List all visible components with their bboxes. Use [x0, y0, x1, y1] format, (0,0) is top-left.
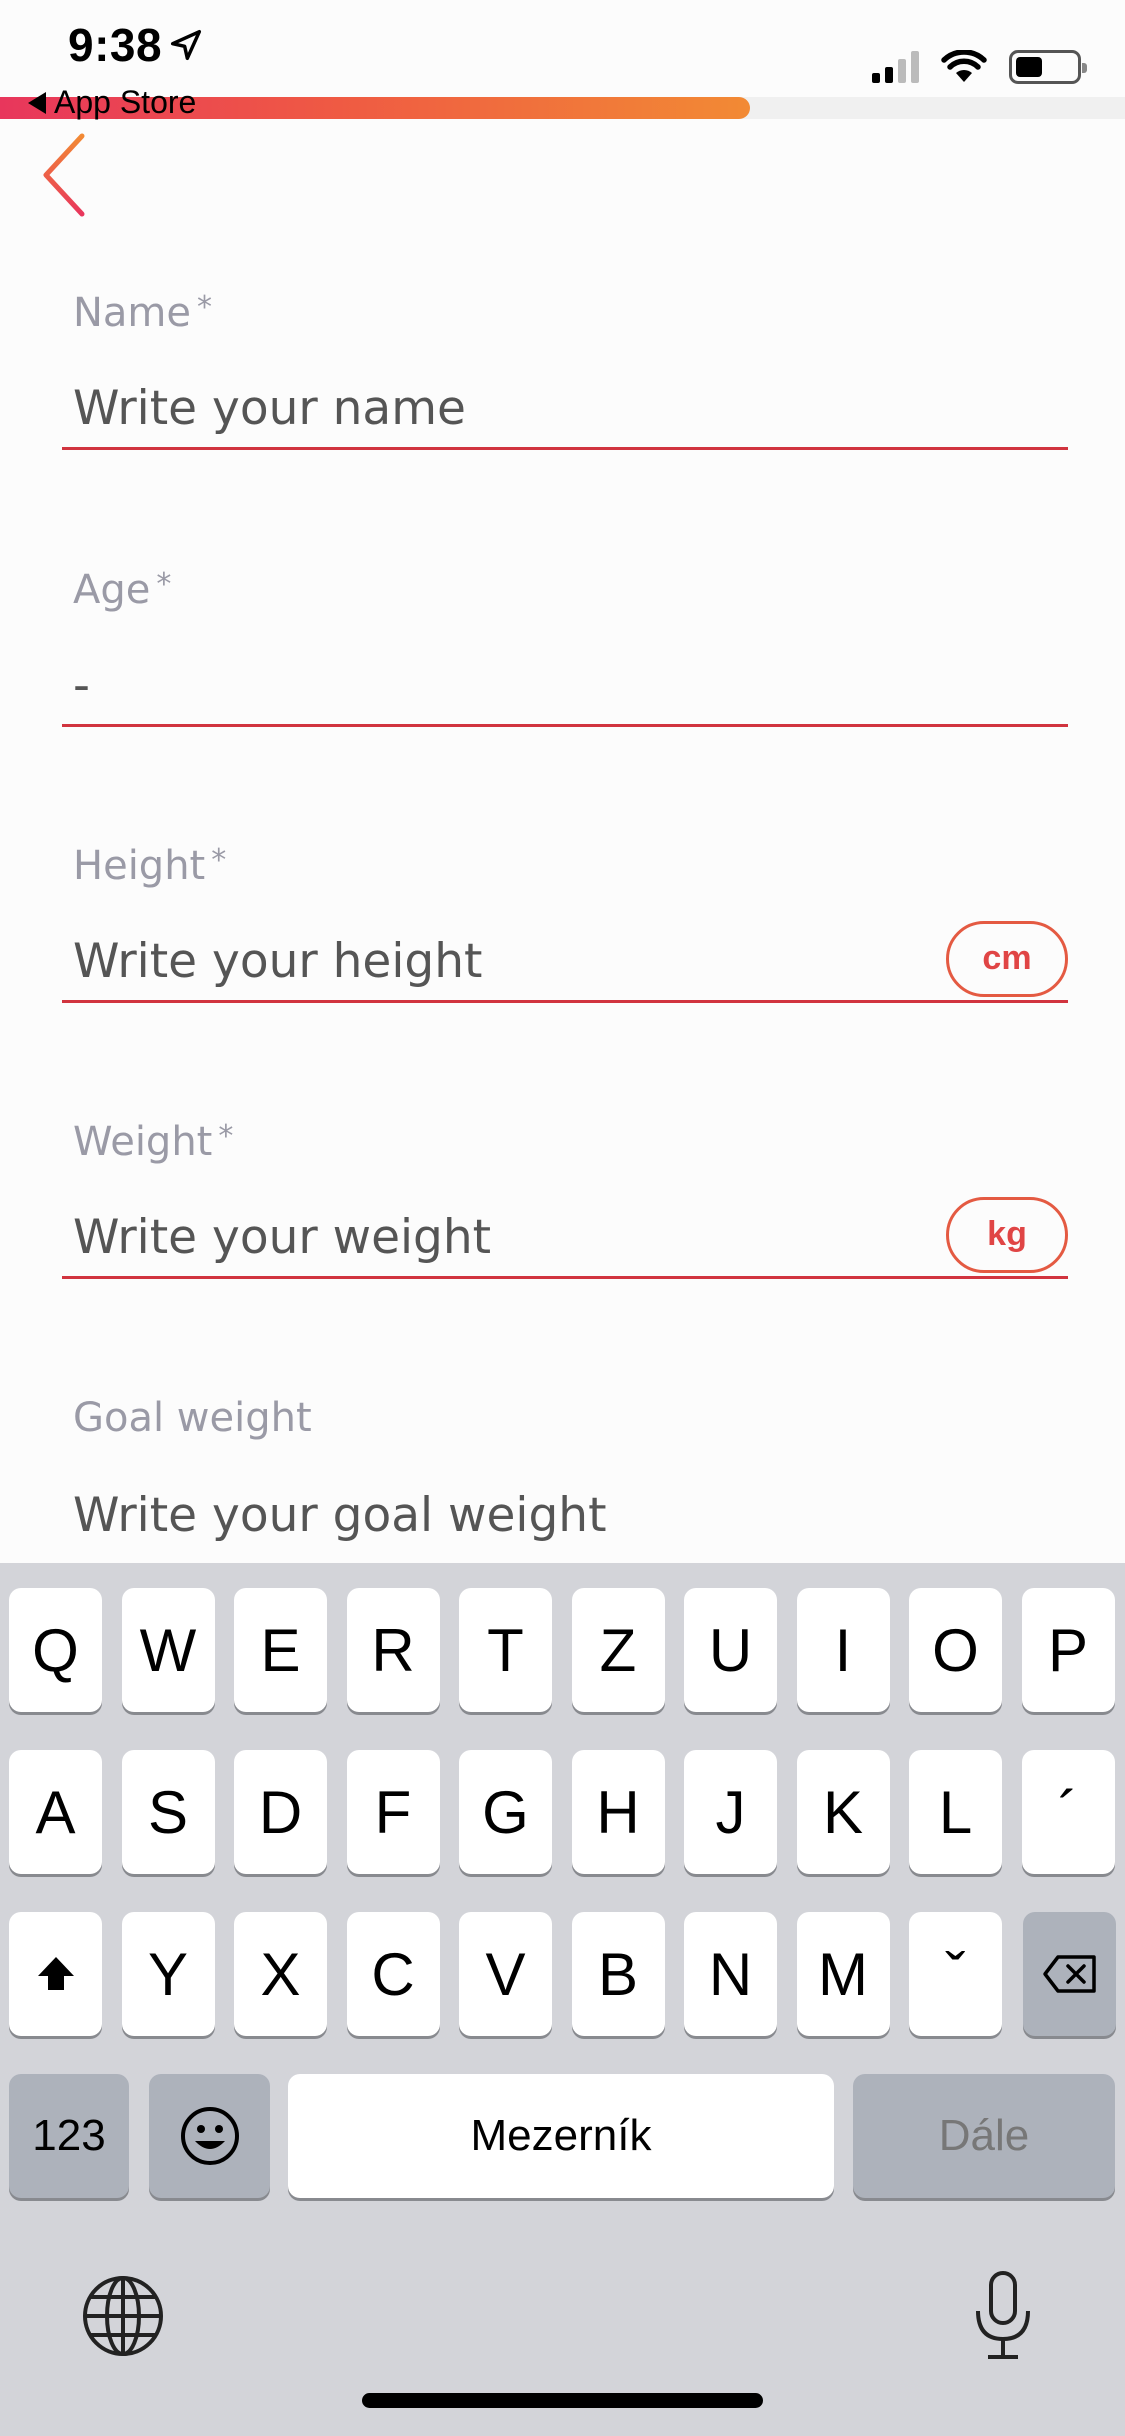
age-label: Age *: [73, 567, 172, 613]
weight-field: Weight* kg: [62, 1119, 1068, 1279]
delete-key[interactable]: [1023, 1912, 1116, 2036]
name-field: Name *: [62, 290, 1068, 450]
key-z[interactable]: Z: [571, 1588, 665, 1712]
key-accent-9[interactable]: ´: [1021, 1750, 1115, 1874]
key-k[interactable]: K: [796, 1750, 890, 1874]
status-time: 9:38: [68, 18, 202, 72]
dictation-key[interactable]: [968, 2269, 1038, 2363]
back-to-app-store[interactable]: App Store: [28, 84, 196, 121]
weight-label: Weight *: [73, 1119, 234, 1165]
keyboard-row-1: QWERTZUIOP: [0, 1588, 1125, 1712]
key-m[interactable]: M: [796, 1912, 890, 2036]
key-b[interactable]: B: [571, 1912, 665, 2036]
globe-key[interactable]: [80, 2273, 166, 2359]
key-o[interactable]: O: [909, 1588, 1002, 1712]
emoji-icon: [180, 2107, 239, 2165]
keyboard-row-2: A S D F G H J K L ´: [0, 1750, 1125, 1874]
back-button[interactable]: [36, 130, 96, 220]
backspace-icon: [1042, 1955, 1096, 1993]
home-indicator: [362, 2393, 763, 2408]
key-h[interactable]: H: [571, 1750, 665, 1874]
key-s[interactable]: S: [121, 1750, 215, 1874]
key-q[interactable]: Q: [9, 1588, 102, 1712]
key-e[interactable]: E: [234, 1588, 327, 1712]
height-input[interactable]: [73, 923, 946, 1000]
globe-icon: [83, 2276, 163, 2356]
key-r[interactable]: R: [346, 1588, 440, 1712]
goal-weight-label: Goal weight: [73, 1395, 312, 1441]
key-t[interactable]: T: [459, 1588, 552, 1712]
microphone-icon: [976, 2271, 1030, 2359]
key-c[interactable]: C: [346, 1912, 440, 2036]
age-field: Age *: [62, 567, 1068, 727]
shift-icon: [37, 1957, 74, 1990]
key-j[interactable]: J: [684, 1750, 777, 1874]
space-key[interactable]: Mezerník: [288, 2074, 834, 2198]
shift-key[interactable]: [9, 1912, 102, 2036]
key-v[interactable]: V: [459, 1912, 552, 2036]
key-f[interactable]: F: [346, 1750, 440, 1874]
key-accent-7[interactable]: ˇ: [909, 1912, 1002, 2036]
numbers-key[interactable]: 123: [9, 2074, 129, 2198]
chevron-left-icon: [43, 133, 85, 217]
height-field: Height* cm: [62, 843, 1068, 1003]
key-x[interactable]: X: [234, 1912, 327, 2036]
wifi-icon: [941, 50, 987, 82]
name-input[interactable]: [73, 370, 1068, 447]
status-indicators: [872, 50, 1087, 84]
weight-input[interactable]: [73, 1199, 946, 1276]
height-label: Height *: [73, 843, 227, 889]
weight-unit-badge[interactable]: kg: [946, 1196, 1068, 1273]
goal-weight-field: Goal weight: [62, 1395, 1068, 1555]
name-label: Name *: [73, 290, 213, 336]
keyboard-row-4: 123 Mezerník Dále: [0, 2074, 1125, 2198]
key-w[interactable]: W: [121, 1588, 215, 1712]
key-p[interactable]: P: [1021, 1588, 1115, 1712]
battery-icon: [1009, 50, 1087, 84]
key-d[interactable]: D: [234, 1750, 327, 1874]
age-input[interactable]: [73, 647, 1068, 724]
key-l[interactable]: L: [909, 1750, 1002, 1874]
key-u[interactable]: U: [684, 1588, 777, 1712]
key-y[interactable]: Y: [121, 1912, 215, 2036]
location-arrow-icon: [171, 29, 202, 61]
key-a[interactable]: A: [9, 1750, 102, 1874]
back-triangle-icon: [28, 91, 46, 114]
height-unit-badge[interactable]: cm: [946, 920, 1068, 997]
goal-weight-input[interactable]: [73, 1475, 1068, 1555]
keyboard-row-3: YXCVBNMˇ: [0, 1912, 1125, 2036]
onscreen-keyboard: QWERTZUIOP A S D F G H J K L ´ YXCVBNMˇ 123 Mezer…: [0, 1563, 1125, 2436]
return-key[interactable]: Dále: [853, 2074, 1115, 2198]
key-i[interactable]: I: [796, 1588, 890, 1712]
cellular-signal-icon: [872, 51, 919, 83]
key-g[interactable]: G: [459, 1750, 552, 1874]
emoji-key[interactable]: [149, 2074, 270, 2198]
key-n[interactable]: N: [684, 1912, 777, 2036]
